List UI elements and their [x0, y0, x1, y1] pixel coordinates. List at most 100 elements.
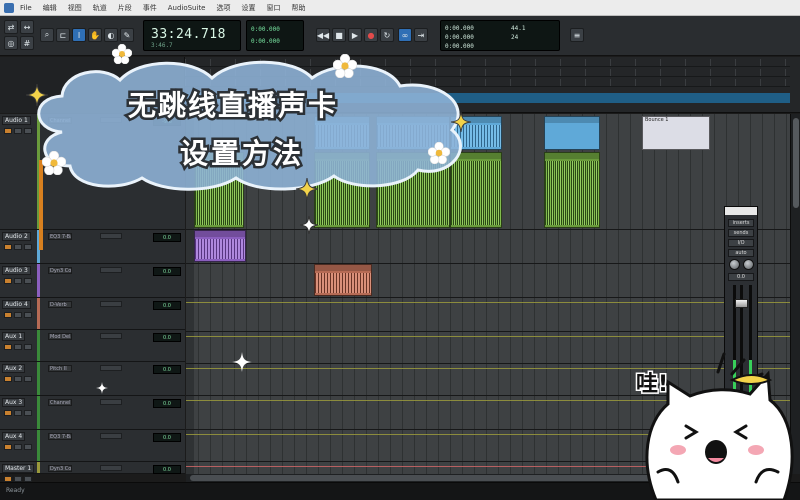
main-counter[interactable]: 33:24.718 3:46.7 [143, 20, 241, 51]
solo-button[interactable] [14, 444, 22, 450]
selector-tool-button[interactable]: I [72, 28, 86, 42]
stop-button[interactable]: ■ [332, 28, 346, 42]
track-name[interactable]: Audio 2 [2, 232, 31, 241]
track-name[interactable]: Aux 3 [2, 398, 26, 407]
track-header[interactable]: Aux 4 EQ3 7-Band 0.0 [0, 430, 185, 462]
track-header[interactable]: Aux 1 Mod Delay 0.0 [0, 330, 185, 362]
menu-help[interactable]: 帮助 [292, 3, 306, 13]
record-enable-button[interactable] [4, 312, 12, 318]
volume-automation-line[interactable] [186, 302, 790, 303]
record-enable-button[interactable] [4, 128, 12, 134]
audio-clip[interactable] [314, 264, 372, 296]
mixer-inserts-button[interactable]: inserts [728, 219, 754, 227]
mute-button[interactable] [24, 410, 32, 416]
scrubber-tool-button[interactable]: ◐ [104, 28, 118, 42]
send-slot[interactable] [100, 333, 122, 339]
menu-window[interactable]: 窗口 [267, 3, 281, 13]
insert-slot[interactable]: D-Verb [48, 301, 72, 308]
track-volume-readout[interactable]: 0.0 [153, 433, 181, 442]
tab-to-transient-button[interactable]: ⇥ [414, 28, 428, 42]
mixer-io-button[interactable]: I/O [728, 239, 754, 247]
scrollbar-thumb[interactable] [793, 118, 799, 208]
mute-button[interactable] [24, 312, 32, 318]
slip-mode-button[interactable]: ↔ [20, 20, 34, 34]
track-volume-readout[interactable]: 0.0 [153, 365, 181, 374]
insert-slot[interactable]: Mod Delay [48, 333, 72, 340]
insert-slot[interactable]: Dyn3 Comp [48, 267, 72, 274]
play-button[interactable]: ▶ [348, 28, 362, 42]
menu-audiosuite[interactable]: AudioSuite [168, 4, 206, 12]
loop-button[interactable]: ↻ [380, 28, 394, 42]
menu-view[interactable]: 视图 [68, 3, 82, 13]
track-name[interactable]: Audio 4 [2, 300, 31, 309]
grid-mode-button[interactable]: # [20, 36, 34, 50]
selection-counter[interactable]: 0:00.000 0:00.000 [246, 20, 304, 51]
menu-edit[interactable]: 编辑 [43, 3, 57, 13]
track-header[interactable]: Audio 2 EQ3 7-Band 0.0 [0, 230, 185, 264]
menu-options[interactable]: 选项 [217, 3, 231, 13]
track-name[interactable]: Aux 4 [2, 432, 26, 441]
insert-slot[interactable]: EQ3 7-Band [48, 233, 72, 240]
record-enable-button[interactable] [4, 344, 12, 350]
mute-button[interactable] [24, 278, 32, 284]
solo-button[interactable] [14, 410, 22, 416]
send-slot[interactable] [100, 233, 122, 239]
shuffle-mode-button[interactable]: ⇄ [4, 20, 18, 34]
send-slot[interactable] [100, 365, 122, 371]
menu-icon[interactable]: ≡ [570, 28, 584, 42]
trim-tool-button[interactable]: ⊏ [56, 28, 70, 42]
record-button[interactable]: ● [364, 28, 378, 42]
track-volume-readout[interactable]: 0.0 [153, 465, 181, 474]
mute-button[interactable] [24, 444, 32, 450]
link-button[interactable]: ∞ [398, 28, 412, 42]
track-volume-readout[interactable]: 0.0 [153, 301, 181, 310]
track-name[interactable]: Audio 3 [2, 266, 31, 275]
record-enable-button[interactable] [4, 410, 12, 416]
menu-file[interactable]: File [20, 4, 32, 12]
menu-track[interactable]: 轨道 [93, 3, 107, 13]
record-enable-button[interactable] [4, 444, 12, 450]
record-enable-button[interactable] [4, 278, 12, 284]
mixer-auto-button[interactable]: auto [728, 249, 754, 257]
send-slot[interactable] [100, 267, 122, 273]
solo-button[interactable] [14, 128, 22, 134]
rewind-button[interactable]: ◀◀ [316, 28, 330, 42]
record-enable-button[interactable] [4, 376, 12, 382]
track-header[interactable]: Aux 2 Pitch II 0.0 [0, 362, 185, 396]
send-slot[interactable] [100, 433, 122, 439]
solo-button[interactable] [14, 278, 22, 284]
insert-slot[interactable]: Pitch II [48, 365, 72, 372]
track-name[interactable]: Aux 2 [2, 364, 26, 373]
pencil-tool-button[interactable]: ✎ [120, 28, 134, 42]
volume-automation-line[interactable] [186, 336, 790, 337]
solo-button[interactable] [14, 344, 22, 350]
track-name[interactable]: Aux 1 [2, 332, 26, 341]
audio-clip[interactable] [544, 152, 600, 228]
track-header[interactable]: Master 1 Dyn3 Comp 0.0 [0, 462, 185, 482]
track-header[interactable]: Aux 3 Channel Strip 0.0 [0, 396, 185, 430]
track-volume-readout[interactable]: 0.0 [153, 399, 181, 408]
mute-button[interactable] [24, 376, 32, 382]
audio-clip[interactable] [544, 116, 600, 150]
mute-button[interactable] [24, 344, 32, 350]
spot-mode-button[interactable]: ◎ [4, 36, 18, 50]
zoom-tool-button[interactable]: ⌕ [40, 28, 54, 42]
mixer-window-titlebar[interactable] [725, 207, 757, 215]
send-slot[interactable] [100, 465, 122, 471]
menu-setup[interactable]: 设置 [242, 3, 256, 13]
send-slot[interactable] [100, 399, 122, 405]
audio-clip[interactable] [194, 230, 246, 262]
mixer-sends-button[interactable]: sends [728, 229, 754, 237]
track-volume-readout[interactable]: 0.0 [153, 333, 181, 342]
insert-slot[interactable]: EQ3 7-Band [48, 433, 72, 440]
menu-clip[interactable]: 片段 [118, 3, 132, 13]
track-name[interactable]: Master 1 [2, 464, 35, 473]
volume-fader[interactable] [735, 299, 748, 308]
pan-knob-right[interactable] [743, 259, 754, 270]
send-slot[interactable] [100, 301, 122, 307]
grid-nudge-counter[interactable]: 0:00.000 0:00.000 0:00.000 44.1 24 [440, 20, 560, 51]
solo-button[interactable] [14, 376, 22, 382]
bounce-clip[interactable]: Bounce 1 [642, 116, 710, 150]
mixer-volume-readout[interactable]: 0.0 [728, 273, 754, 281]
mute-button[interactable] [24, 244, 32, 250]
